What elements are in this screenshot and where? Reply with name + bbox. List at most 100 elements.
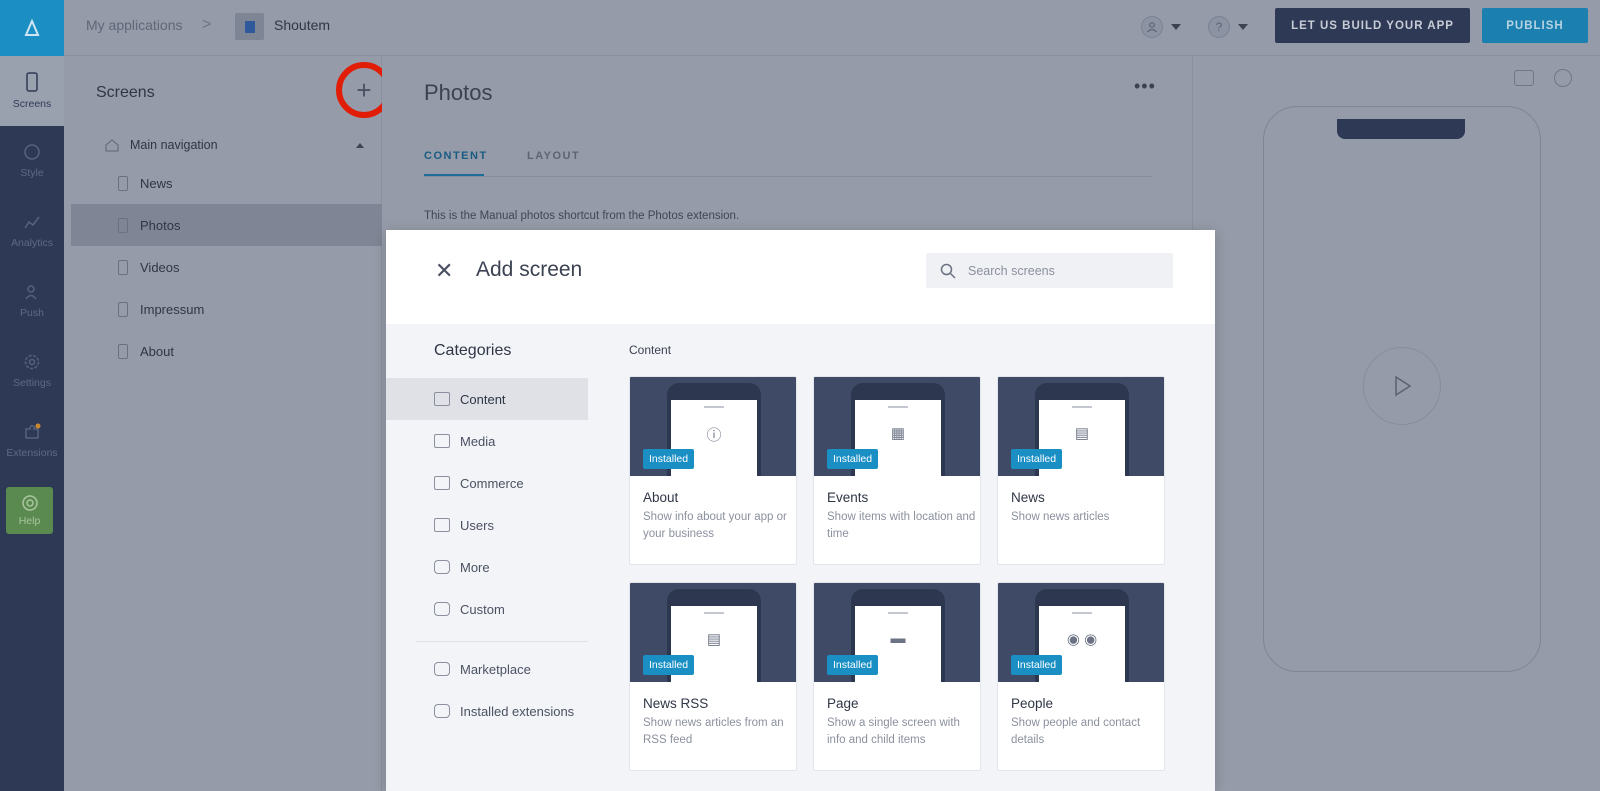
category-marketplace[interactable]: Marketplace [386,648,588,690]
category-users[interactable]: Users [386,504,588,546]
close-icon[interactable]: ✕ [435,258,453,284]
category-label: Commerce [460,475,524,491]
search-input[interactable] [968,263,1158,278]
screens-title: Screens [96,84,155,101]
installed-badge: Installed [1011,449,1063,469]
gear-icon [24,354,40,370]
basket-icon [434,476,450,490]
app-thumbnail-icon [244,20,255,33]
screen-card-news-rss[interactable]: ▤ Installed News RSS Show news articles … [629,582,797,771]
breadcrumb-my-applications[interactable]: My applications [86,17,183,33]
thumbnail-dash [888,406,908,408]
tab-content[interactable]: CONTENT [424,150,488,162]
main-navigation-group[interactable]: Main navigation [104,134,364,156]
category-custom[interactable]: Custom [386,588,588,630]
power-icon[interactable] [1554,69,1572,87]
camera-icon[interactable] [1514,70,1534,86]
category-label: Users [460,517,494,533]
phone-icon [118,259,128,275]
lifebuoy-icon [21,495,38,511]
category-more[interactable]: More [386,546,588,588]
help-menu[interactable]: ? [1208,16,1248,38]
help-label: Help [18,515,41,527]
category-content[interactable]: Content [386,378,588,420]
puzzle-icon [434,560,450,574]
editor-description: This is the Manual photos shortcut from … [424,210,740,222]
screen-item-photos[interactable]: Photos [71,204,382,246]
tab-layout[interactable]: LAYOUT [527,150,580,162]
screen-item-videos[interactable]: Videos [71,246,382,288]
phone-icon [26,72,38,92]
help-button[interactable]: Help [6,487,53,534]
rail-item-settings[interactable]: Settings [0,336,64,406]
category-label: Media [460,433,496,449]
top-bar: My applications > Shoutem ? LET US BUILD… [64,0,1600,56]
tab-divider [424,176,1152,177]
thumbnail-dash [888,612,908,614]
installed-badge: Installed [1011,655,1063,675]
rail-item-label: Screens [12,98,52,110]
screen-item-impressum[interactable]: Impressum [71,288,382,330]
publish-button[interactable]: PUBLISH [1482,8,1588,43]
puzzle-icon [434,662,450,676]
section-label: Content [629,343,672,357]
rail-item-analytics[interactable]: Analytics [0,196,64,266]
category-installed-extensions[interactable]: Installed extensions [386,690,588,732]
screen-card-about[interactable]: ⓘ Installed About Show info about your a… [629,376,797,565]
chevron-up-icon[interactable] [356,142,364,148]
screens-panel: Screens + Main navigation News Photos Vi… [64,56,392,791]
chart-icon [24,216,40,229]
chevron-down-icon [1171,24,1181,30]
page-title: Photos [424,80,493,105]
app-icon [235,13,264,40]
logo[interactable] [0,0,64,56]
user-menu[interactable] [1141,16,1181,38]
card-thumbnail: ▤ Installed [630,583,796,682]
thumbnail-dash [704,612,724,614]
rail-item-push[interactable]: Push [0,266,64,336]
breadcrumb-separator: > [202,16,212,33]
category-commerce[interactable]: Commerce [386,462,588,504]
card-description: Show news articles [1011,511,1110,523]
screen-item-label: Videos [140,259,180,275]
screen-item-about[interactable]: About [71,330,382,372]
users-icon [434,518,450,532]
card-thumbnail: ◉ ◉ Installed [998,583,1164,682]
screen-card-news[interactable]: ▤ Installed News Show news articles [997,376,1165,565]
screen-card-page[interactable]: ▬ Installed Page Show a single screen wi… [813,582,981,771]
let-us-build-button[interactable]: LET US BUILD YOUR APP [1275,8,1470,43]
info-icon: ⓘ [706,427,722,444]
thumbnail-dash [1072,612,1092,614]
phone-notch [1337,119,1465,139]
search-icon [940,263,956,279]
phone-preview [1263,106,1541,672]
card-title: News [1011,490,1045,505]
screen-card-people[interactable]: ◉ ◉ Installed People Show people and con… [997,582,1165,771]
play-button[interactable] [1363,347,1441,425]
main-navigation-label: Main navigation [130,138,218,152]
thumbnail-dash [1072,406,1092,408]
more-icon[interactable]: ••• [1134,76,1156,97]
card-title: People [1011,696,1054,711]
document-icon: ▤ [706,631,722,648]
home-icon [105,139,119,152]
screen-item-label: Photos [140,217,181,233]
screen-card-events[interactable]: ▦ Installed Events Show items with locat… [813,376,981,565]
category-divider [416,641,588,642]
logo-icon [24,18,40,36]
puzzle-icon [434,602,450,616]
rail-item-screens[interactable]: Screens [0,56,64,126]
phone-icon [118,343,128,359]
add-screen-modal: ✕ Add screen Categories Content Media Co… [386,230,1215,791]
rail-item-style[interactable]: Style [0,126,64,196]
category-media[interactable]: Media [386,420,588,462]
card-title: Page [827,696,859,711]
search-box[interactable] [926,253,1173,288]
rail-item-extensions[interactable]: Extensions [0,406,64,476]
rail-item-label: Settings [13,377,51,389]
palette-icon [24,144,40,160]
card-description: Show info about your app or your busines… [643,511,787,540]
screen-item-news[interactable]: News [71,162,382,204]
rail-item-label: Push [20,307,44,319]
modal-header: ✕ Add screen [386,230,1215,324]
